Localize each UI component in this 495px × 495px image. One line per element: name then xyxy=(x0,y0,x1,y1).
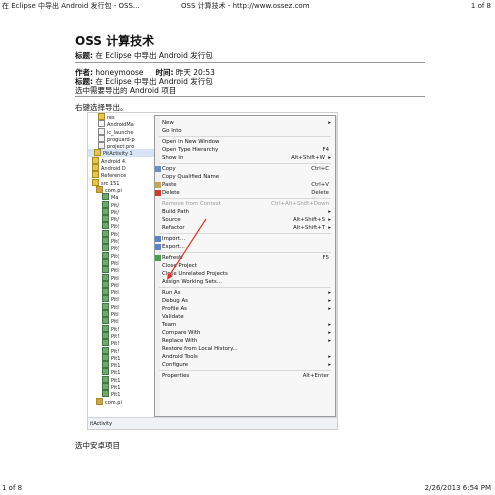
meta-block: 作者: honeymoose 时间: 昨天 20:53 标题: 在 Eclips… xyxy=(75,68,215,95)
title2-line: 标题: 在 Eclipse 中导出 Android 发行包 xyxy=(75,77,215,86)
header-page-title: 在 Eclipse 中导出 Android 发行包 - OSS... xyxy=(2,2,140,10)
header-site: OSS 计算技术 - http://www.ossez.com xyxy=(181,2,310,10)
divider xyxy=(75,96,425,97)
site-title: OSS 计算技术 xyxy=(75,34,155,48)
author-label: 作者: xyxy=(75,68,93,77)
footer-datetime: 2/26/2013 6:54 PM xyxy=(424,484,491,492)
title2-label: 标题: xyxy=(75,77,93,86)
body-line: 选中需要导出的 Android 项目 xyxy=(75,86,177,95)
time-label: 时间: xyxy=(155,68,174,77)
step-select-project: 选中安卓项目 xyxy=(75,441,120,450)
time-value: 昨天 20:53 xyxy=(175,68,215,77)
title-label: 标题: xyxy=(75,51,93,60)
print-footer: 1 of 8 2/26/2013 6:54 PM xyxy=(0,483,495,495)
print-header: 在 Eclipse 中导出 Android 发行包 - OSS... OSS 计… xyxy=(0,0,495,12)
red-arrow-annotation xyxy=(167,218,207,280)
title-line: 标题: 在 Eclipse 中导出 Android 发行包 xyxy=(75,50,213,61)
author-line: 作者: honeymoose 时间: 昨天 20:53 xyxy=(75,68,215,77)
divider xyxy=(75,62,425,63)
author-value: honeymoose xyxy=(95,68,144,77)
eclipse-screenshot: res AndroidMa ic_launche proguard-p project.… xyxy=(87,112,338,430)
header-page-count: 1 of 8 xyxy=(470,2,491,10)
title-value: 在 Eclipse 中导出 Android 发行包 xyxy=(95,51,213,60)
footer-page-count: 1 of 8 xyxy=(2,484,23,492)
title2-value: 在 Eclipse 中导出 Android 发行包 xyxy=(95,77,213,86)
